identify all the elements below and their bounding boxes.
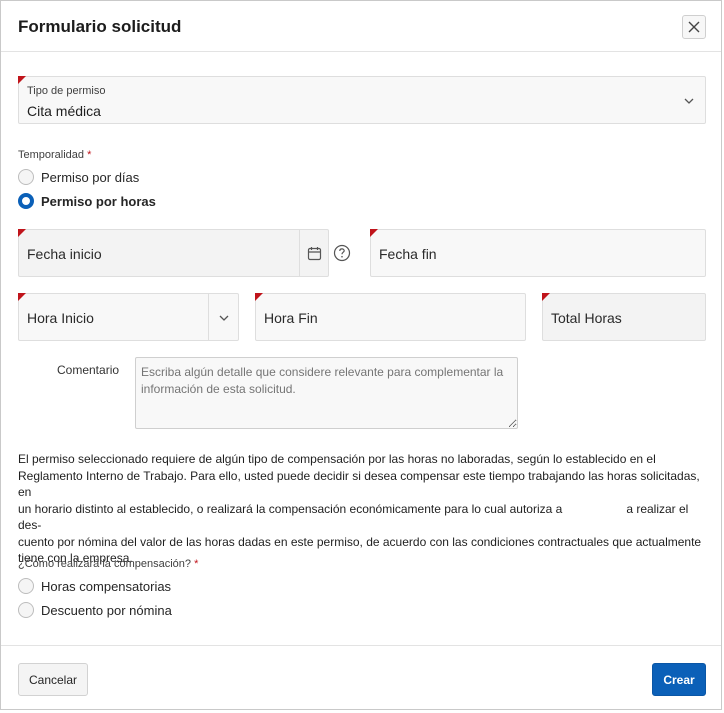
radio-circle[interactable] [18,169,34,185]
create-button[interactable]: Crear [652,663,706,696]
fecha-inicio-field[interactable]: Fecha inicio [18,229,329,277]
hora-fin-field[interactable]: Hora Fin [255,293,526,341]
radio-circle[interactable] [18,602,34,618]
dialog-footer: Cancelar Crear [1,645,721,710]
radio-permiso-dias[interactable]: Permiso por días [18,169,139,185]
total-horas-label: Total Horas [551,310,622,326]
field-divider [299,230,300,276]
required-indicator [370,229,378,237]
dialog-title: Formulario solicitud [18,17,182,36]
hora-inicio-select[interactable]: Hora Inicio [18,293,239,341]
tipo-permiso-value: Cita médica [27,103,101,119]
close-icon [688,21,700,33]
request-dialog: Formulario solicitud Tipo de permiso Cit… [0,0,722,710]
hora-inicio-label: Hora Inicio [27,310,94,326]
comentario-label: Comentario [57,363,120,377]
radio-permiso-horas[interactable]: Permiso por horas [18,193,156,209]
required-indicator [255,293,263,301]
fecha-fin-field[interactable]: Fecha fin [370,229,706,277]
compensacion-label: ¿Cómo realizará la compensación? * [18,558,199,570]
dialog-header: Formulario solicitud [1,1,721,52]
radio-label: Descuento por nómina [41,602,172,618]
fecha-fin-label: Fecha fin [379,246,437,262]
fecha-inicio-label: Fecha inicio [27,246,102,262]
tipo-permiso-select[interactable]: Tipo de permiso Cita médica [18,76,706,124]
temporalidad-label: Temporalidad * [18,149,92,161]
required-indicator [18,76,26,84]
required-indicator [18,229,26,237]
radio-label: Permiso por días [41,169,140,185]
radio-horas-compensatorias[interactable]: Horas compensatorias [18,578,171,594]
required-indicator [18,293,26,301]
radio-circle[interactable] [18,578,34,594]
chevron-down-icon [684,98,694,104]
chevron-down-icon[interactable] [218,312,230,324]
field-divider [208,294,209,340]
required-indicator [542,293,550,301]
compensation-info-text: El permiso seleccionado requiere de algú… [18,452,702,565]
radio-circle-checked[interactable] [18,193,34,209]
radio-descuento-nomina[interactable]: Descuento por nómina [18,602,172,618]
tipo-permiso-label: Tipo de permiso [27,85,106,97]
help-icon[interactable] [333,244,351,262]
cancel-button[interactable]: Cancelar [18,663,88,696]
radio-label: Horas compensatorias [41,578,172,594]
radio-label: Permiso por horas [41,193,156,209]
total-horas-field[interactable]: Total Horas [542,293,706,341]
comentario-textarea[interactable] [135,357,518,429]
calendar-icon[interactable] [307,246,322,261]
hora-fin-label: Hora Fin [264,310,318,326]
close-button[interactable] [682,15,706,39]
